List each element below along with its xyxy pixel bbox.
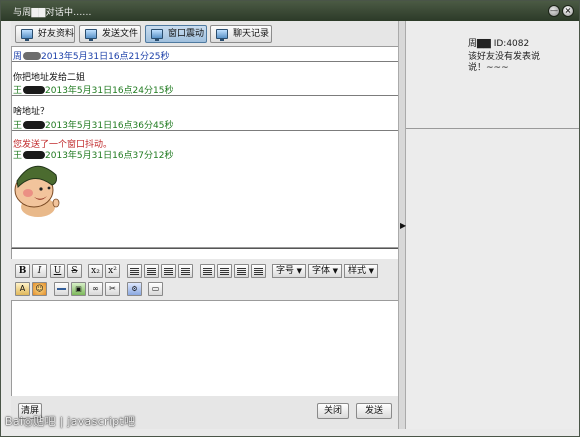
tab-send-file[interactable]: 发送文件: [79, 25, 141, 43]
monitor-icon: [216, 29, 228, 41]
strikethrough-button[interactable]: S: [67, 264, 82, 278]
tab-label: 窗口震动: [168, 29, 205, 39]
redacted-name: [23, 86, 46, 94]
emoticon-button[interactable]: ☺: [32, 282, 47, 296]
message-text: 你把地址发给二姐: [13, 73, 86, 83]
friend-name: 周▇▇ ID:4082: [468, 36, 529, 49]
insert-link-button[interactable]: ∞: [88, 282, 103, 296]
chat-panel: 好友资料 发送文件 窗口震动 聊天记录 周 2013年5月31日16点21分25秒: [11, 21, 399, 429]
preview-button[interactable]: ▭: [148, 282, 163, 296]
friend-status-note: 该好友没有发表说说！~~~: [468, 52, 541, 73]
text-color-icon: A: [19, 284, 26, 293]
font-size-select[interactable]: 字号 ▼: [272, 264, 306, 278]
code-icon: ⚙: [131, 285, 138, 293]
message-text: 啥地址？: [13, 107, 50, 117]
tab-label: 好友资料: [38, 29, 75, 39]
friend-name-text: 周▇▇: [468, 39, 491, 49]
smiley-icon: ☺: [35, 284, 44, 293]
tab-label: 发送文件: [102, 29, 139, 39]
format-toolbar: B I U S x₂ x² 字号 ▼ 字体 ▼ 样式 ▼ A ☺ ▣ ∞ ✂ ⚙ ▭: [11, 259, 399, 301]
insert-image-button[interactable]: ▣: [71, 282, 86, 296]
chevron-down-icon: ▼: [368, 267, 374, 275]
tab-window-shake[interactable]: 窗口震动: [145, 25, 207, 43]
ordered-list-button[interactable]: [234, 264, 249, 278]
source-code-button[interactable]: ⚙: [127, 282, 142, 296]
chat-tabs: 好友资料 发送文件 窗口震动 聊天记录: [11, 21, 399, 46]
align-left-icon: [130, 268, 139, 275]
soldier-emoticon: [14, 165, 60, 217]
font-size-label: 字号: [276, 266, 295, 276]
align-center-button[interactable]: [144, 264, 159, 278]
indent-button[interactable]: [217, 264, 232, 278]
indent-icon: [220, 268, 229, 275]
superscript-button[interactable]: x²: [105, 264, 120, 278]
redacted-name: [23, 52, 42, 60]
underline-button[interactable]: U: [50, 264, 65, 278]
window-title: 与周▇▇对话中......: [13, 8, 92, 18]
message-timestamp: 2013年5月31日16点37分12秒: [45, 151, 174, 161]
align-right-button[interactable]: [161, 264, 176, 278]
justify-icon: [181, 268, 190, 275]
align-center-icon: [147, 268, 156, 275]
monitor-icon: [21, 29, 33, 41]
ordered-list-icon: [237, 268, 246, 275]
unlink-icon: ✂: [109, 284, 116, 293]
style-select[interactable]: 样式 ▼: [344, 264, 378, 278]
bold-button[interactable]: B: [15, 264, 30, 278]
friend-info: 周▇▇ ID:4082 该好友没有发表说说！~~~: [406, 21, 579, 129]
chat-history[interactable]: 周 2013年5月31日16点21分25秒 你把地址发给二姐 王 2013年5月31…: [11, 46, 399, 248]
font-family-label: 字体: [312, 266, 331, 276]
chevron-down-icon: ▼: [332, 267, 338, 275]
outdent-icon: [203, 268, 212, 275]
message-divider: [12, 95, 398, 96]
chat-window: 与周▇▇对话中...... — × 好友资料 发送文件 窗口震动 聊天记录 周 …: [0, 0, 580, 437]
subscript-button[interactable]: x₂: [88, 264, 103, 278]
bullet-list-button[interactable]: [251, 264, 266, 278]
chevron-down-icon: ▼: [296, 267, 302, 275]
outdent-button[interactable]: [200, 264, 215, 278]
friend-id: ID:4082: [493, 39, 530, 49]
title-bar[interactable]: 与周▇▇对话中...... — ×: [1, 1, 579, 21]
monitor-icon: [85, 29, 97, 41]
close-button[interactable]: 关闭: [317, 403, 349, 419]
style-label: 样式: [348, 266, 367, 276]
horizontal-rule-icon: [57, 288, 66, 290]
redacted-name: [23, 121, 46, 129]
message-divider: [12, 61, 398, 62]
justify-button[interactable]: [178, 264, 193, 278]
preview-icon: ▭: [151, 284, 160, 293]
link-icon: ∞: [92, 284, 99, 293]
panel-splitter[interactable]: ▶: [398, 21, 406, 429]
align-left-button[interactable]: [127, 264, 142, 278]
baidu-watermark: Bai◎贴吧 | javascript吧: [5, 415, 136, 428]
close-window-button[interactable]: ×: [562, 5, 574, 17]
text-color-button[interactable]: A: [15, 282, 30, 296]
font-family-select[interactable]: 字体 ▼: [308, 264, 342, 278]
unlink-button[interactable]: ✂: [105, 282, 120, 296]
minimize-button[interactable]: —: [548, 5, 560, 17]
bullet-list-icon: [254, 268, 263, 275]
send-button[interactable]: 发送: [356, 403, 392, 419]
image-icon: ▣: [75, 285, 82, 293]
message-divider: [12, 130, 398, 131]
monitor-icon: [151, 29, 163, 41]
align-right-icon: [164, 268, 173, 275]
tab-chat-history[interactable]: 聊天记录: [210, 25, 272, 43]
tab-label: 聊天记录: [233, 29, 270, 39]
tab-friend-info[interactable]: 好友资料: [15, 25, 75, 43]
friend-panel: 周▇▇ ID:4082 该好友没有发表说说！~~~: [406, 21, 579, 429]
italic-button[interactable]: I: [32, 264, 47, 278]
horizontal-rule-button[interactable]: [54, 282, 69, 296]
